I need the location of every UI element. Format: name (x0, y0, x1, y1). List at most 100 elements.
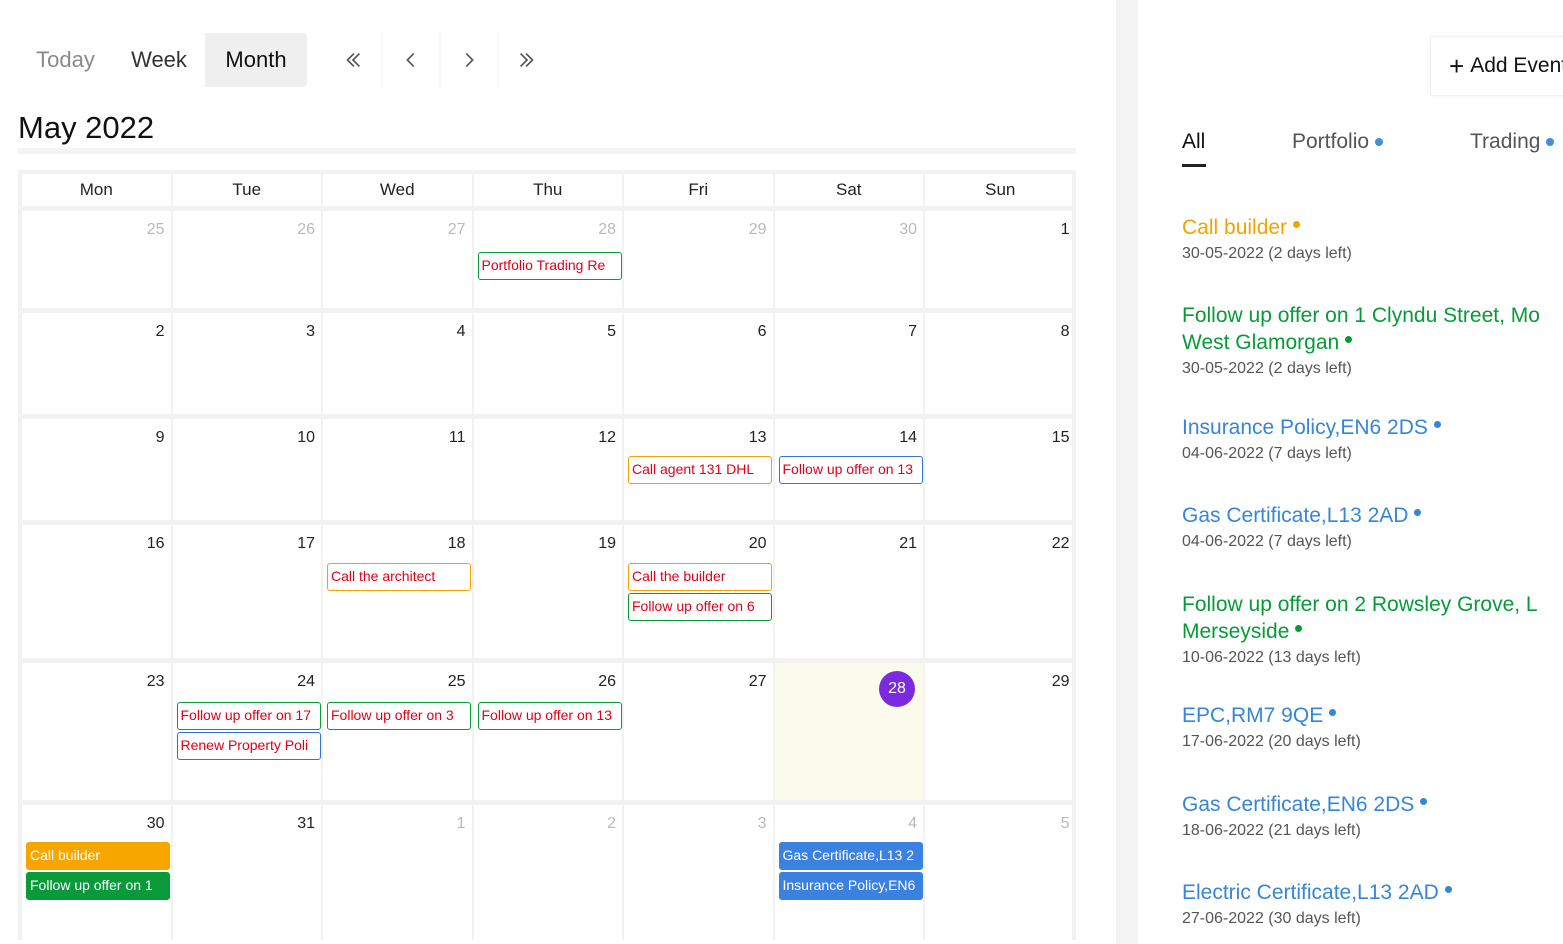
day-cell[interactable]: 26 (173, 211, 323, 308)
day-cell[interactable]: 13 Call agent 131 DHL (624, 419, 775, 520)
upcoming-events-panel: + Add Event All Portfolio Trading Call b… (1138, 0, 1563, 944)
day-cell[interactable]: 23 (22, 663, 173, 800)
day-number: 6 (757, 323, 767, 340)
day-cell[interactable]: 21 (775, 525, 925, 658)
day-cell[interactable]: 28 Portfolio Trading Re (474, 211, 624, 308)
week-view-button[interactable]: Week (113, 33, 205, 87)
day-cell[interactable]: 7 (775, 313, 925, 414)
month-view-button[interactable]: Month (205, 33, 307, 87)
day-cell[interactable]: 15 (925, 419, 1076, 520)
list-item[interactable]: Electric Certificate,L13 2AD 27-06-2022 … (1182, 879, 1563, 928)
day-cell[interactable]: 19 (474, 525, 624, 658)
tab-portfolio[interactable]: Portfolio (1292, 130, 1384, 154)
today-button[interactable]: Today (18, 33, 113, 87)
day-cell[interactable]: 6 (624, 313, 775, 414)
week-row: 23 24 Follow up offer on 17 Renew Proper… (22, 658, 1072, 800)
calendar-event[interactable]: Follow up offer on 17 (176, 702, 321, 730)
day-cell[interactable]: 2 (22, 313, 173, 414)
day-cell[interactable]: 14 Follow up offer on 13 (775, 419, 925, 520)
day-cell[interactable]: 4 (323, 313, 474, 414)
day-cell[interactable]: 27 (323, 211, 474, 308)
day-cell[interactable]: 22 (925, 525, 1076, 658)
calendar-event[interactable]: Follow up offer on 13 (778, 456, 923, 484)
day-cell[interactable]: 29 (925, 663, 1076, 800)
list-item[interactable]: Insurance Policy,EN6 2DS 04-06-2022 (7 d… (1182, 414, 1563, 463)
day-cell[interactable]: 5 (474, 313, 624, 414)
day-cell[interactable]: 20 Call the builder Follow up offer on 6 (624, 525, 775, 658)
day-number: 22 (1051, 535, 1070, 552)
day-number: 11 (448, 429, 466, 446)
dot-icon (1375, 138, 1384, 146)
calendar-event[interactable]: Follow up offer on 1 (26, 872, 170, 900)
add-event-button[interactable]: + Add Event (1430, 36, 1563, 96)
next-year-button[interactable] (499, 33, 555, 87)
day-number: 14 (899, 429, 917, 446)
day-number: 26 (297, 221, 315, 238)
day-cell[interactable]: 4 Gas Certificate,L13 2 Insurance Policy… (775, 805, 925, 940)
event-date: 17-06-2022 (20 days left) (1182, 733, 1361, 750)
day-cell[interactable]: 2 (474, 805, 624, 940)
day-cell[interactable]: 27 (624, 663, 775, 800)
day-number: 8 (1060, 323, 1070, 340)
calendar-event[interactable]: Follow up offer on 6 (628, 593, 772, 621)
day-cell[interactable]: 30 Call builder Follow up offer on 1 (22, 805, 173, 940)
event-title-text: Electric Certificate,L13 2AD (1182, 881, 1439, 904)
dot-icon (1433, 420, 1441, 428)
calendar-event[interactable]: Follow up offer on 13 (477, 702, 622, 730)
day-cell[interactable]: 3 (624, 805, 775, 940)
day-number: 23 (146, 673, 165, 690)
day-cell[interactable]: 30 (775, 211, 925, 308)
list-item[interactable]: EPC,RM7 9QE 17-06-2022 (20 days left) (1182, 702, 1563, 751)
tab-all[interactable]: All (1182, 130, 1206, 167)
calendar-event[interactable]: Gas Certificate,L13 2 (778, 842, 923, 870)
day-cell[interactable]: 17 (173, 525, 323, 658)
day-number: 24 (297, 673, 315, 690)
day-number: 3 (757, 815, 767, 832)
day-cell[interactable]: 1 (925, 211, 1076, 308)
list-item[interactable]: Call builder 30-05-2022 (2 days left) (1182, 214, 1563, 263)
event-date: 30-05-2022 (2 days left) (1182, 360, 1352, 377)
event-title-text: Gas Certificate,L13 2AD (1182, 504, 1409, 527)
calendar-event[interactable]: Insurance Policy,EN6 (778, 872, 923, 900)
day-cell[interactable]: 29 (624, 211, 775, 308)
list-item[interactable]: Follow up offer on 2 Rowsley Grove, L Me… (1182, 591, 1563, 667)
tab-label: Portfolio (1292, 130, 1370, 153)
dow-mon: Mon (22, 174, 173, 206)
event-title-text: Merseyside (1182, 620, 1290, 643)
day-cell[interactable]: 31 (173, 805, 323, 940)
list-item[interactable]: Gas Certificate,L13 2AD 04-06-2022 (7 da… (1182, 502, 1563, 551)
next-month-button[interactable] (441, 33, 497, 87)
day-cell[interactable]: 16 (22, 525, 173, 658)
previous-year-button[interactable] (325, 33, 381, 87)
day-cell[interactable]: 11 (323, 419, 474, 520)
calendar-event[interactable]: Renew Property Poli (176, 732, 321, 760)
today-cell[interactable]: 28 (774, 663, 925, 800)
day-cell[interactable]: 25 Follow up offer on 3 (323, 663, 474, 800)
previous-month-button[interactable] (383, 33, 439, 87)
day-cell[interactable]: 9 (22, 419, 173, 520)
list-item[interactable]: Gas Certificate,EN6 2DS 18-06-2022 (21 d… (1182, 791, 1563, 840)
day-of-week-header: Mon Tue Wed Thu Fri Sat Sun (22, 170, 1072, 206)
day-cell[interactable]: 10 (173, 419, 323, 520)
day-cell[interactable]: 8 (925, 313, 1076, 414)
week-row: 25 26 27 28 Portfolio Trading Re 29 30 1 (22, 206, 1072, 308)
day-cell[interactable]: 18 Call the architect (323, 525, 474, 658)
date-navigation (325, 33, 555, 87)
active-tab-indicator (1182, 164, 1206, 167)
day-cell[interactable]: 25 (22, 211, 173, 308)
day-cell[interactable]: 24 Follow up offer on 17 Renew Property … (173, 663, 323, 800)
month-grid: Mon Tue Wed Thu Fri Sat Sun 25 26 27 28 … (18, 170, 1076, 940)
tab-trading[interactable]: Trading (1470, 130, 1555, 154)
day-cell[interactable]: 12 (474, 419, 624, 520)
calendar-event[interactable]: Follow up offer on 3 (327, 702, 471, 730)
calendar-event[interactable]: Call the architect (327, 563, 471, 591)
list-item[interactable]: Follow up offer on 1 Clyndu Street, Mo W… (1182, 302, 1563, 378)
day-cell[interactable]: 5 (925, 805, 1076, 940)
calendar-event[interactable]: Call agent 131 DHL (628, 456, 772, 484)
calendar-event[interactable]: Call builder (26, 842, 170, 870)
day-cell[interactable]: 3 (173, 313, 323, 414)
day-cell[interactable]: 1 (323, 805, 474, 940)
calendar-event[interactable]: Portfolio Trading Re (477, 252, 622, 280)
day-cell[interactable]: 26 Follow up offer on 13 (474, 663, 624, 800)
calendar-event[interactable]: Call the builder (628, 563, 772, 591)
